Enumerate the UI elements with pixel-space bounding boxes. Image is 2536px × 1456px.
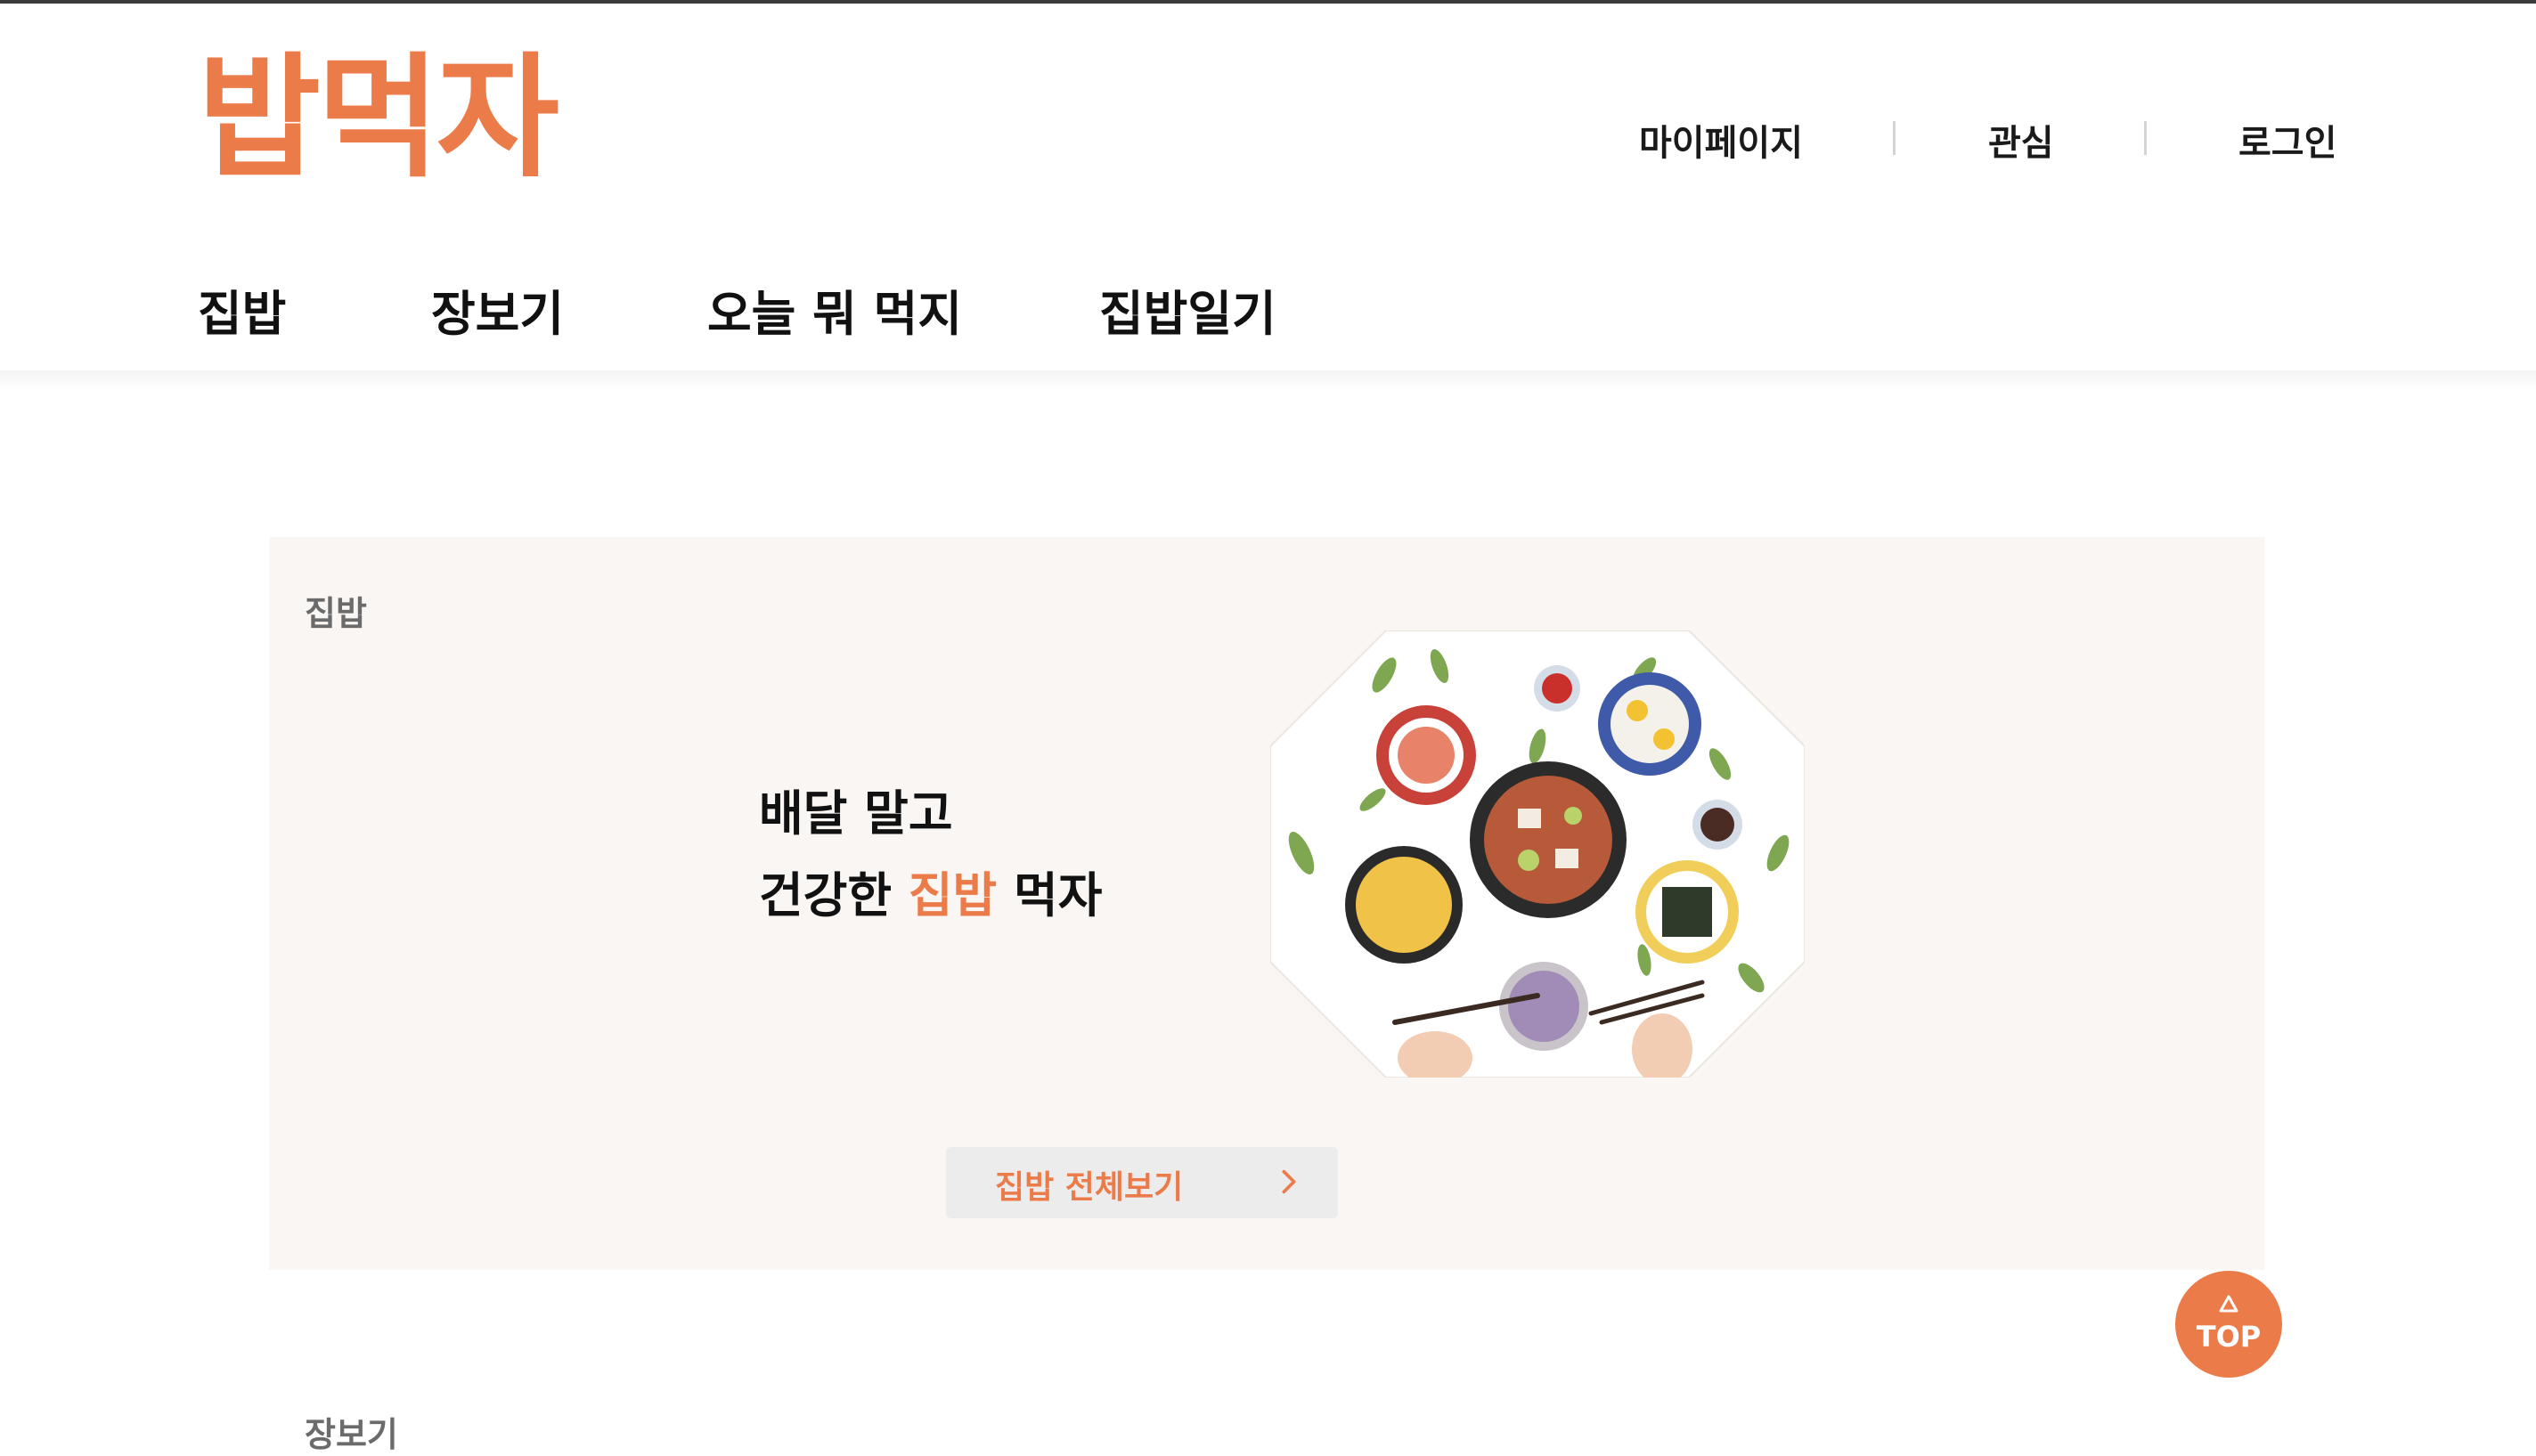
divider [2144, 121, 2147, 155]
utility-nav: 마이페이지 관심 로그인 [1621, 114, 2352, 167]
triangle-up-icon [2219, 1295, 2238, 1313]
top-border [0, 0, 2536, 4]
nav-item-meal-diary[interactable]: 집밥일기 [1099, 274, 1276, 345]
headline-accent: 집밥 [908, 867, 998, 923]
section-label: 집밥 [305, 594, 367, 633]
scroll-top-button[interactable]: TOP [2175, 1271, 2282, 1378]
hero-headline: 배달 말고 건강한 집밥 먹자 [759, 773, 1102, 937]
logo[interactable]: 밥먹자 [198, 52, 559, 185]
headline-prefix: 건강한 [759, 867, 893, 923]
nav-item-what-to-eat[interactable]: 오늘 뭐 먹지 [707, 274, 962, 345]
nav-item-homemeal[interactable]: 집밥 [198, 274, 286, 345]
headline-line2: 건강한 집밥 먹자 [759, 855, 1102, 937]
headline-suffix: 먹자 [1014, 867, 1103, 923]
chevron-right-icon [1282, 1169, 1296, 1194]
meal-illustration [1270, 630, 1805, 1078]
homemeal-section: 집밥 배달 말고 건강한 집밥 먹자 집밥 전체보기 [269, 537, 2264, 1270]
divider [1893, 121, 1896, 155]
view-all-label: 집밥 전체보기 [995, 1169, 1184, 1206]
interest-link[interactable]: 관심 [1988, 114, 2054, 166]
view-all-homemeal-button[interactable]: 집밥 전체보기 [946, 1147, 1338, 1218]
shopping-section-label: 장보기 [305, 1415, 398, 1454]
nav-item-shopping[interactable]: 장보기 [431, 274, 564, 345]
mypage-link[interactable]: 마이페이지 [1639, 114, 1803, 166]
main-nav: 집밥 장보기 오늘 뭐 먹지 집밥일기 [198, 274, 1356, 342]
header-shadow [0, 370, 2536, 390]
top-label: TOP [2196, 1320, 2262, 1354]
headline-line1: 배달 말고 [759, 785, 953, 842]
login-link[interactable]: 로그인 [2238, 114, 2336, 166]
